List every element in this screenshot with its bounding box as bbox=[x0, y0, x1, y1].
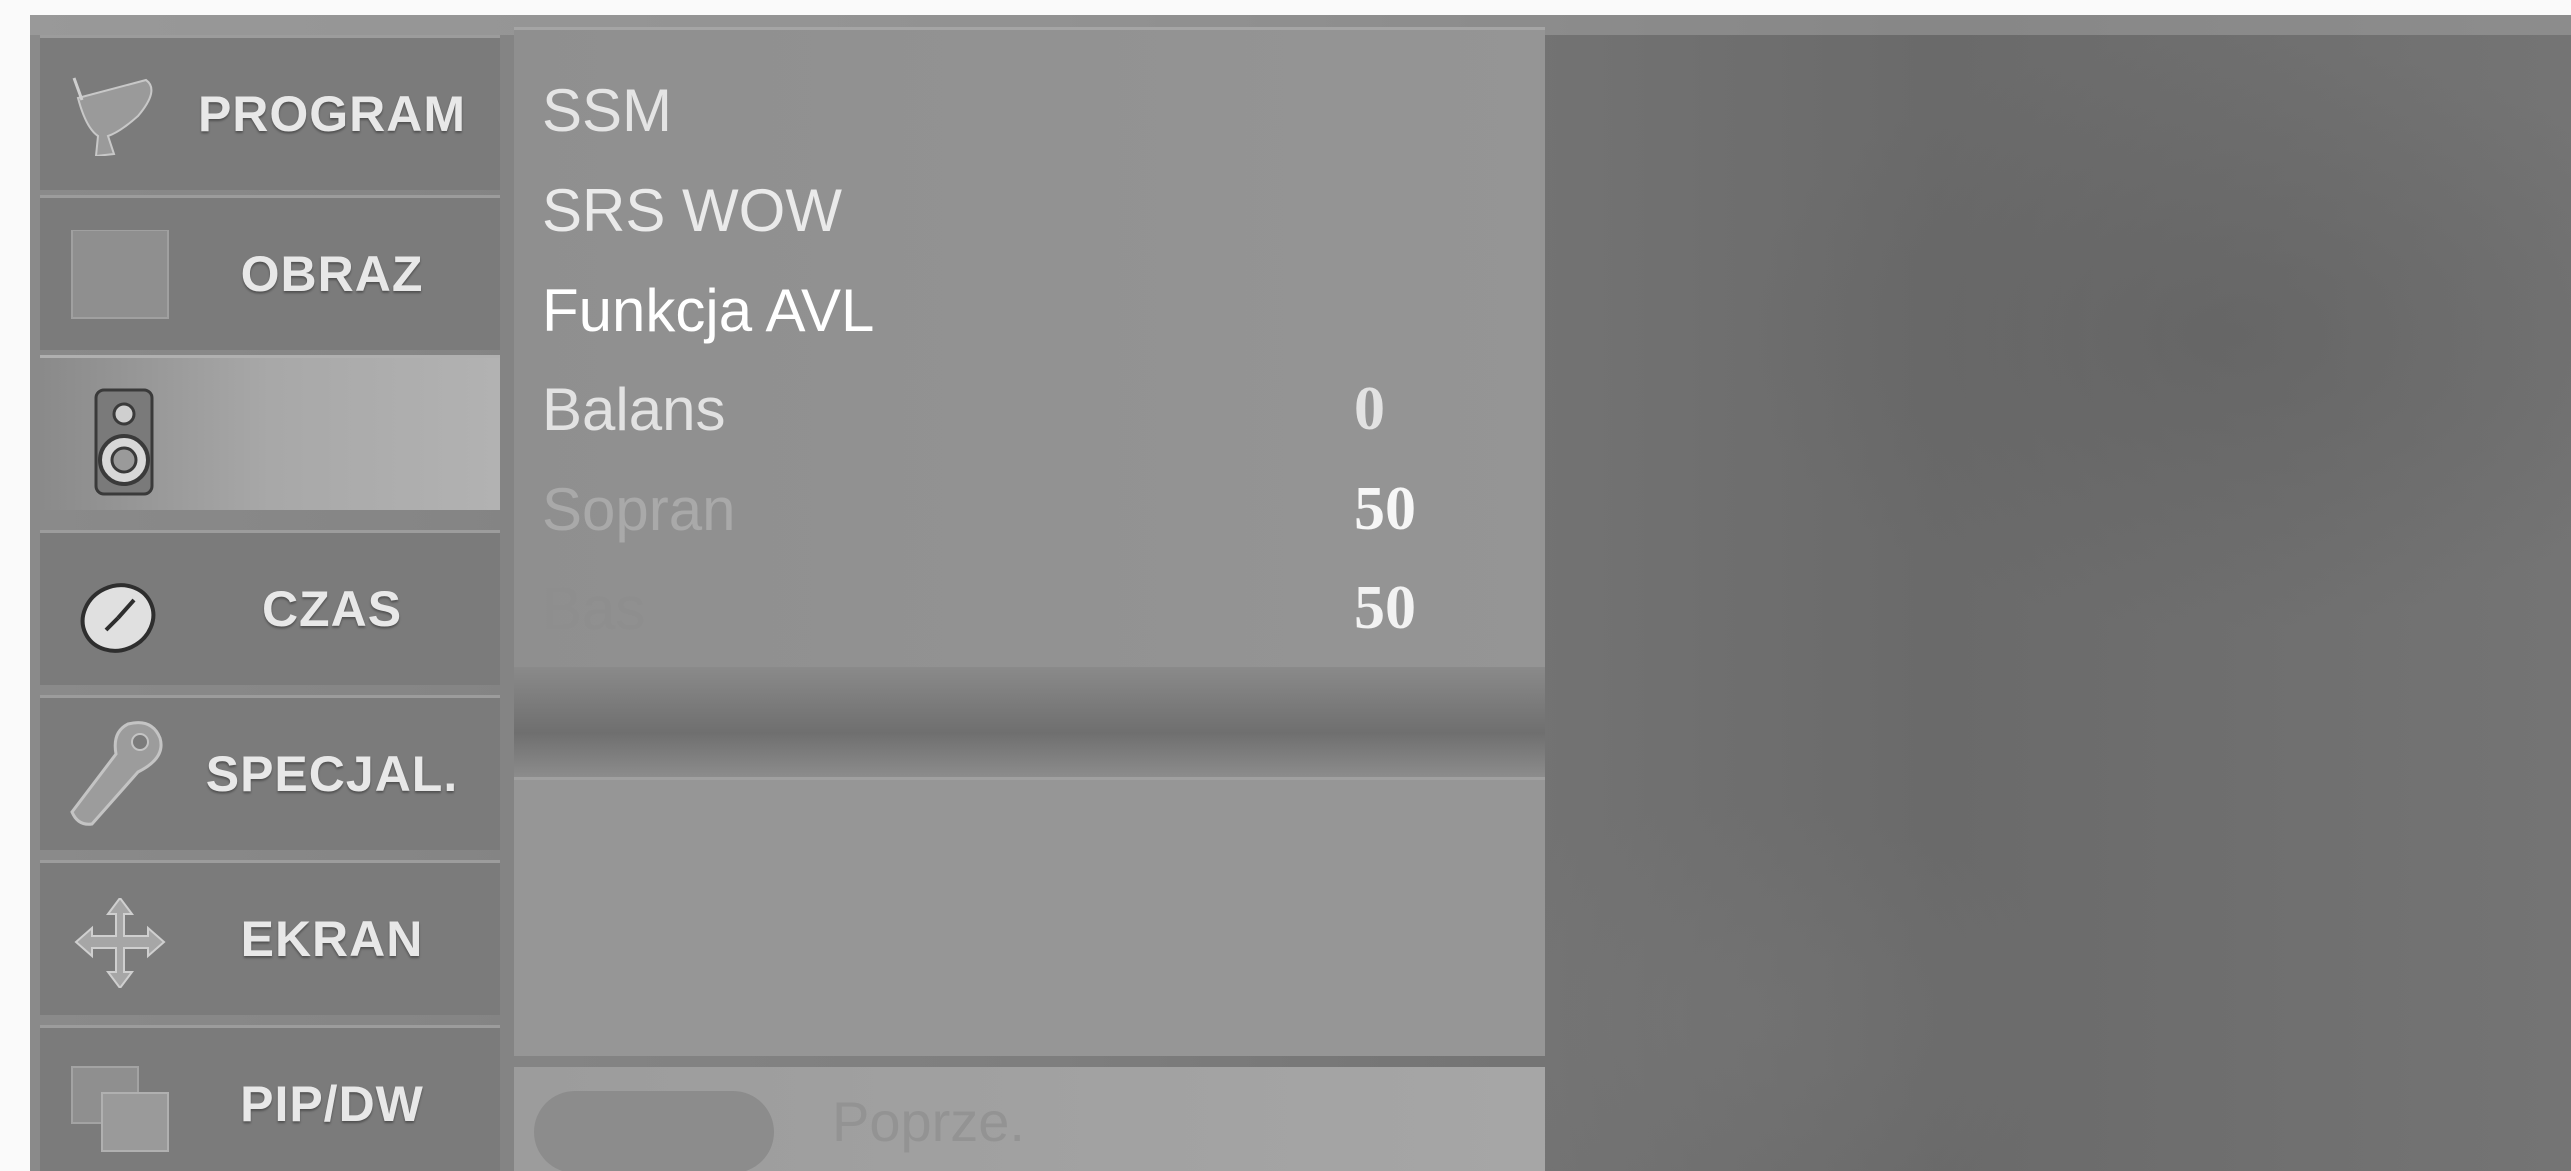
move-arrows-icon bbox=[68, 896, 172, 990]
menu-row-balans[interactable]: Balans 0 bbox=[542, 369, 1505, 449]
sidebar-item-label: OBRAZ bbox=[240, 246, 424, 302]
sidebar-item-ekran[interactable]: EKRAN bbox=[40, 860, 500, 1015]
menu-row-ssm[interactable]: SSM bbox=[542, 70, 1505, 150]
menu-row-srs-wow[interactable]: SRS WOW bbox=[542, 170, 1505, 250]
menu-row-value: 50 bbox=[1354, 474, 1416, 543]
bottom-bar: Poprze. bbox=[514, 1067, 1545, 1171]
sidebar-item-program[interactable]: PROGRAM bbox=[40, 35, 500, 190]
menu-row-label: Balans bbox=[542, 375, 726, 443]
tv-screen: PROGRAM OBRAZ CZAS SPECJAL. EKRAN PIP/DW… bbox=[30, 15, 2571, 1171]
menu-row-label: Bas bbox=[542, 574, 646, 642]
menu-row-bas[interactable]: Bas 50 bbox=[542, 568, 1505, 648]
clock-icon bbox=[68, 578, 172, 658]
menu-row-avl[interactable]: Funkcja AVL bbox=[542, 270, 1505, 350]
menu-row-label: Funkcja AVL bbox=[542, 276, 875, 344]
menu-row-value: 0 bbox=[1354, 374, 1385, 443]
panel-gap bbox=[514, 667, 1545, 777]
sidebar-item-czas[interactable]: CZAS bbox=[40, 530, 500, 685]
menu-row-value: 50 bbox=[1354, 573, 1416, 642]
sidebar-item-obraz[interactable]: OBRAZ bbox=[40, 195, 500, 350]
sidebar-item-label: PROGRAM bbox=[197, 86, 467, 142]
sidebar-menu: PROGRAM OBRAZ CZAS SPECJAL. EKRAN PIP/DW bbox=[40, 35, 500, 1171]
tag-icon bbox=[68, 718, 172, 828]
sidebar-item-label: EKRAN bbox=[240, 911, 424, 967]
sidebar-item-label bbox=[170, 358, 494, 510]
speaker-icon bbox=[90, 388, 160, 498]
menu-row-label: SRS WOW bbox=[542, 176, 842, 244]
info-panel bbox=[514, 777, 1545, 1056]
sidebar-item-label: CZAS bbox=[261, 581, 403, 637]
pip-windows-icon bbox=[68, 1063, 172, 1153]
menu-row-sopran[interactable]: Sopran 50 bbox=[542, 469, 1505, 549]
picture-square-icon bbox=[68, 229, 172, 319]
back-button[interactable] bbox=[534, 1091, 774, 1171]
sidebar-item-specjal[interactable]: SPECJAL. bbox=[40, 695, 500, 850]
satellite-dish-icon bbox=[68, 76, 172, 158]
back-label: Poprze. bbox=[832, 1090, 1025, 1153]
sidebar-item-audio[interactable] bbox=[40, 355, 500, 510]
menu-row-label: Sopran bbox=[542, 475, 736, 543]
sidebar-item-label: PIP/DW bbox=[240, 1076, 424, 1132]
menu-row-label: SSM bbox=[542, 76, 673, 144]
audio-settings-panel: SSM SRS WOW Funkcja AVL Balans 0 Sopran … bbox=[514, 27, 1545, 670]
sidebar-item-label: SPECJAL. bbox=[205, 746, 459, 802]
sidebar-item-pip[interactable]: PIP/DW bbox=[40, 1025, 500, 1171]
